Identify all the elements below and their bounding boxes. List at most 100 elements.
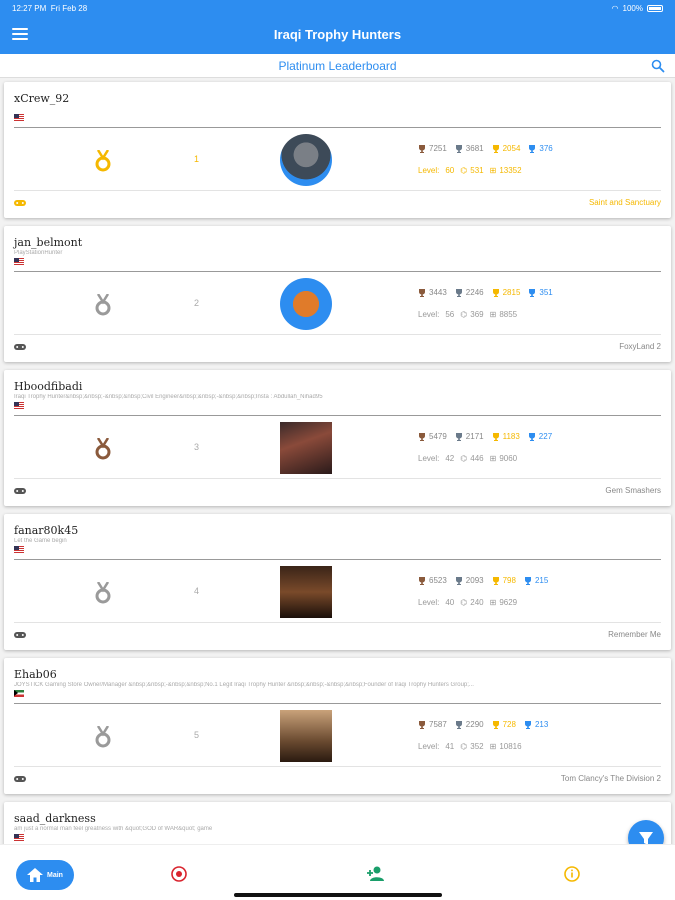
- gold-count-text: 798: [502, 576, 516, 585]
- leaderboard-card[interactable]: jan_belmont PlayStationHunter 2 3443 224…: [4, 226, 671, 362]
- divider: [14, 127, 661, 128]
- username[interactable]: Ehab06: [14, 668, 57, 681]
- divider: [14, 559, 661, 560]
- silver-trophy-count: 2093: [455, 576, 484, 585]
- level-value: 56: [445, 310, 455, 319]
- search-icon[interactable]: [651, 59, 665, 73]
- divider: [14, 766, 661, 767]
- games-count: ⌬ 369: [460, 310, 483, 319]
- last-played-game[interactable]: FoxyLand 2: [619, 342, 661, 351]
- gamepad-icon: [14, 632, 26, 638]
- games-count-text: 446: [470, 454, 484, 463]
- games-count-text: 531: [470, 166, 484, 175]
- bronze-medal-icon: [95, 438, 111, 460]
- silver-medal-icon: [95, 294, 111, 316]
- sitemap-icon: ⊞: [489, 166, 497, 175]
- silver-trophy-count: 3681: [455, 144, 484, 153]
- bronze-trophy-count: 7251: [418, 144, 447, 153]
- username[interactable]: fanar80k45: [14, 524, 78, 537]
- level-label: Level:: [418, 166, 440, 175]
- level-value: 41: [445, 742, 455, 751]
- user-bio: PlayStationHunter: [14, 250, 63, 256]
- username[interactable]: xCrew_92: [14, 92, 69, 105]
- last-played-game[interactable]: Tom Clancy's The Division 2: [561, 774, 661, 783]
- gamepad-icon: [14, 344, 26, 350]
- sitemap-icon: ⊞: [489, 598, 497, 607]
- gold-trophy-count: 2054: [492, 144, 520, 153]
- completion-count: ⊞ 9060: [490, 454, 518, 463]
- bronze-trophy-count: 3443: [418, 288, 447, 297]
- user-bio: am just a normal man feel greatness with…: [14, 826, 213, 832]
- gold-trophy-count: 728: [492, 720, 516, 729]
- completion-count-text: 10816: [499, 742, 522, 751]
- battery-text: 100%: [622, 4, 643, 13]
- completion-count: ⊞ 9629: [490, 598, 518, 607]
- user-avatar[interactable]: [280, 422, 332, 474]
- level-value: 42: [445, 454, 455, 463]
- divider: [14, 190, 661, 191]
- status-right: ◠ 100%: [612, 4, 663, 13]
- user-avatar[interactable]: [280, 278, 332, 330]
- rank-number: 4: [194, 586, 200, 596]
- gold-medal-icon: [95, 150, 111, 172]
- sitemap-icon: ⊞: [489, 454, 497, 463]
- bottom-nav: Main: [0, 844, 675, 900]
- games-count: ⌬ 446: [460, 454, 483, 463]
- kw-flag-icon: [14, 690, 24, 697]
- divider: [14, 622, 661, 623]
- games-count-text: 240: [470, 598, 484, 607]
- platinum-count-text: 213: [534, 720, 549, 729]
- username[interactable]: jan_belmont: [14, 236, 82, 249]
- completion-count: ⊞ 13352: [490, 166, 522, 175]
- username[interactable]: saad_darkness: [14, 812, 96, 825]
- completion-count-text: 8855: [499, 310, 518, 319]
- trophy-counts: 6523 2093 798 215: [418, 576, 548, 585]
- level-value: 60: [445, 166, 455, 175]
- app-root: 12:27 PM Fri Feb 28 ◠ 100% Iraqi Trophy …: [0, 0, 675, 900]
- games-count-text: 352: [470, 742, 484, 751]
- user-avatar[interactable]: [280, 710, 332, 762]
- level-stats: Level: 41 ⌬ 352 ⊞ 10816: [418, 742, 522, 751]
- gamepad-icon: [14, 200, 26, 206]
- time-text: 12:27 PM: [12, 4, 47, 13]
- last-played-game[interactable]: Gem Smashers: [605, 486, 661, 495]
- last-played-game[interactable]: Remember Me: [608, 630, 661, 639]
- leaderboard-card[interactable]: xCrew_92 1 7251 3681 2054 376 Level: 60 …: [4, 82, 671, 218]
- gold-count-text: 728: [502, 720, 516, 729]
- username[interactable]: Hboodfibadi: [14, 380, 82, 393]
- platinum-count-text: 376: [539, 144, 553, 153]
- user-avatar[interactable]: [280, 134, 332, 186]
- info-icon[interactable]: [563, 865, 581, 883]
- level-label: Level:: [418, 454, 440, 463]
- level-stats: Level: 56 ⌬ 369 ⊞ 8855: [418, 310, 517, 319]
- bronze-count-text: 6523: [429, 576, 447, 585]
- platinum-count-text: 351: [539, 288, 553, 297]
- silver-count-text: 2171: [465, 432, 484, 441]
- bronze-trophy-count: 7587: [418, 720, 447, 729]
- us-flag-icon: [14, 546, 24, 553]
- gamepad-icon: ⌬: [460, 454, 468, 463]
- divider: [14, 478, 661, 479]
- level-stats: Level: 60 ⌬ 531 ⊞ 13352: [418, 166, 522, 175]
- trophy-counts: 3443 2246 2815 351: [418, 288, 553, 297]
- us-flag-icon: [14, 834, 24, 841]
- gamepad-icon: [14, 488, 26, 494]
- leaderboard-card[interactable]: Ehab06 JOYSTICK Gaming Store Owner/Manag…: [4, 658, 671, 794]
- completion-count-text: 13352: [499, 166, 522, 175]
- user-avatar[interactable]: [280, 566, 332, 618]
- rank-number: 5: [194, 730, 200, 740]
- target-icon[interactable]: [170, 865, 188, 883]
- gamepad-icon: ⌬: [460, 310, 468, 319]
- silver-medal-icon: [95, 582, 111, 604]
- level-label: Level:: [418, 598, 440, 607]
- nav-main-button[interactable]: Main: [16, 860, 74, 890]
- battery-icon: [647, 5, 663, 12]
- home-icon: [27, 868, 44, 882]
- leaderboard-card[interactable]: Hboodfibadi Iraqi Trophy Hunter&nbsp;&nb…: [4, 370, 671, 506]
- platinum-trophy-count: 351: [528, 288, 553, 297]
- gold-count-text: 1183: [502, 432, 520, 441]
- leaderboard-card[interactable]: fanar80k45 Let the Game begin 4 6523 209…: [4, 514, 671, 650]
- add-friend-icon[interactable]: [366, 865, 386, 883]
- rank-number: 1: [194, 154, 200, 164]
- last-played-game[interactable]: Saint and Sanctuary: [589, 198, 661, 207]
